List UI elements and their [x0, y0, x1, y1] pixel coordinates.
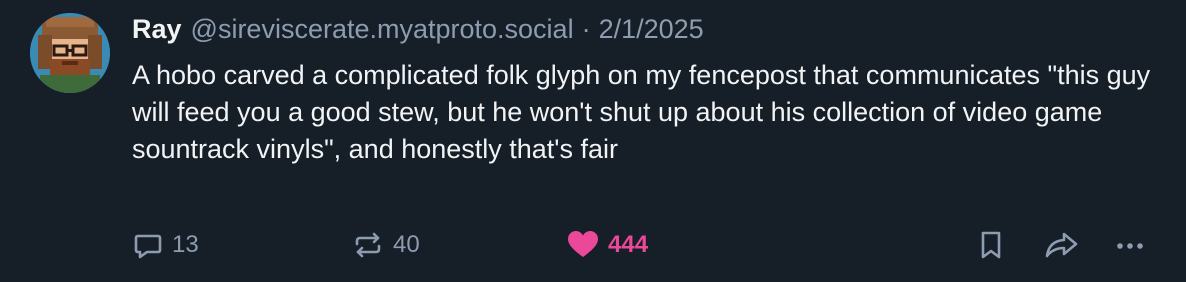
- repost-count: 40: [393, 231, 420, 258]
- more-icon: [1117, 243, 1143, 249]
- share-icon: [1045, 232, 1078, 258]
- post-text: A hobo carved a complicated folk glyph o…: [132, 60, 1158, 164]
- share-button[interactable]: [1043, 226, 1079, 264]
- repost-icon: [355, 232, 381, 258]
- header-separator: ·: [581, 14, 591, 44]
- more-options-button[interactable]: [1114, 226, 1146, 264]
- post: Ray @sireviscerate.myatproto.social · 2/…: [0, 0, 1186, 282]
- avatar[interactable]: [30, 13, 110, 93]
- reply-icon: [134, 234, 162, 259]
- reply-count: 13: [172, 231, 199, 258]
- author-handle[interactable]: @sireviscerate.myatproto.social: [191, 12, 574, 46]
- reply-button[interactable]: 13: [132, 226, 199, 264]
- like-button[interactable]: 444: [566, 226, 648, 264]
- heart-icon: [568, 231, 598, 257]
- bookmark-icon: [981, 231, 1001, 259]
- like-count: 444: [608, 231, 649, 258]
- action-bar: 13 40 444: [132, 226, 1162, 264]
- avatar-image: [30, 13, 110, 93]
- bookmark-button[interactable]: [976, 226, 1006, 264]
- author-name[interactable]: Ray: [132, 12, 182, 46]
- post-date[interactable]: 2/1/2025: [599, 12, 704, 46]
- post-header: Ray @sireviscerate.myatproto.social · 2/…: [132, 12, 704, 46]
- repost-button[interactable]: 40: [351, 226, 420, 264]
